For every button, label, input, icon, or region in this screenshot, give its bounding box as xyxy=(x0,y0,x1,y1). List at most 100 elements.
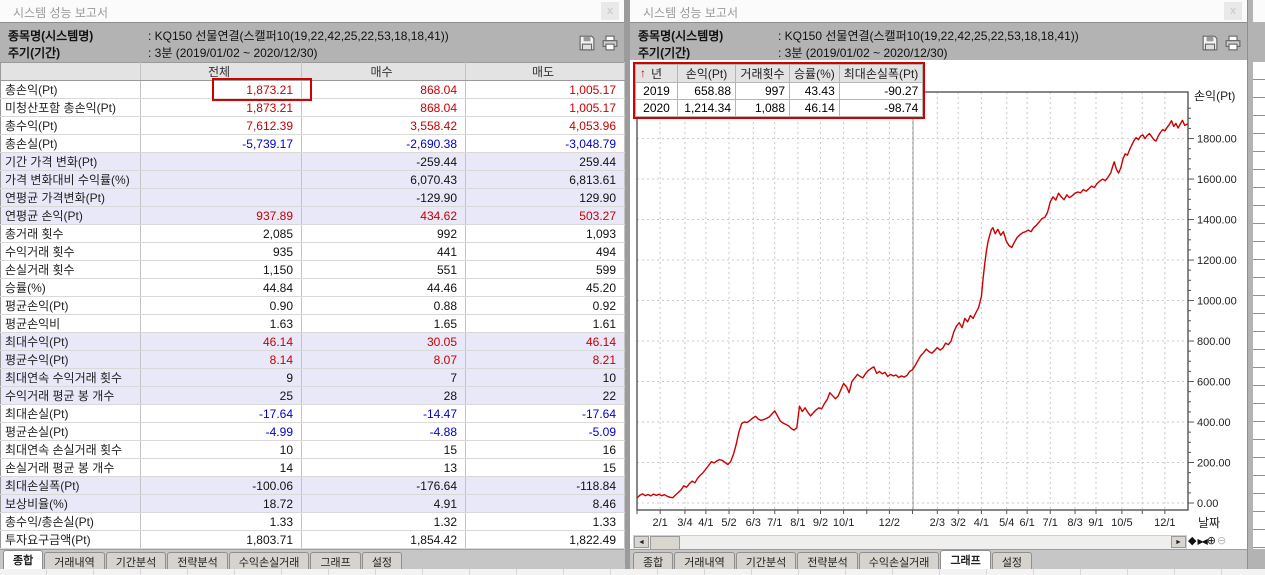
tab-종합[interactable]: 종합 xyxy=(3,550,43,569)
print-icon[interactable] xyxy=(1225,35,1241,51)
metric-value: 599 xyxy=(466,261,625,279)
metric-value: 1,803.71 xyxy=(141,531,302,549)
metric-value: 551 xyxy=(302,261,466,279)
metric-label: 기간 가격 변화(Pt) xyxy=(1,153,141,171)
svg-text:600.00: 600.00 xyxy=(1197,377,1231,389)
svg-text:10/5: 10/5 xyxy=(1111,517,1132,529)
metric-value: 7 xyxy=(302,369,466,387)
background-axis-ticks xyxy=(1253,62,1265,549)
metric-value: -4.99 xyxy=(141,423,302,441)
metric-label: 총손실(Pt) xyxy=(1,135,141,153)
pan-compress-icon[interactable]: ▶◀ xyxy=(1197,534,1205,549)
table-row: 수익거래 평균 봉 개수252822 xyxy=(1,387,625,405)
svg-text:8/1: 8/1 xyxy=(790,517,805,529)
metric-label: 총수익/총손실(Pt) xyxy=(1,513,141,531)
tab-그래프[interactable]: 그래프 xyxy=(940,550,990,569)
table-row: 평균손익(Pt)0.900.880.92 xyxy=(1,297,625,315)
year-cell: 1,088 xyxy=(736,100,790,117)
metric-value: 1,093 xyxy=(466,225,625,243)
scroll-left-button[interactable]: ◄ xyxy=(634,536,649,548)
year-cell: 2019 xyxy=(636,83,678,100)
table-row: 총손실(Pt)-5,739.17-2,690.38-3,048.79 xyxy=(1,135,625,153)
metric-label: 최대손실(Pt) xyxy=(1,405,141,423)
year-column-header[interactable]: 최대손실폭(Pt) xyxy=(839,65,923,83)
zoom-out-icon[interactable]: ⊖ xyxy=(1217,534,1226,549)
close-icon[interactable]: x xyxy=(1224,2,1242,20)
svg-text:1000.00: 1000.00 xyxy=(1197,296,1237,308)
tab-설정[interactable]: 설정 xyxy=(362,552,402,569)
save-icon[interactable] xyxy=(579,35,595,51)
metric-value: 4.91 xyxy=(302,495,466,513)
metric-value xyxy=(141,153,302,171)
period-field: 주기(기간): 3분 (2019/01/02 ~ 2020/12/30) xyxy=(638,44,1187,60)
table-row: 최대연속 손실거래 횟수101516 xyxy=(1,441,625,459)
tab-종합[interactable]: 종합 xyxy=(633,552,673,569)
table-row: 최대연속 수익거래 횟수9710 xyxy=(1,369,625,387)
year-column-header[interactable]: ↑년 xyxy=(636,65,678,83)
scroll-right-button[interactable]: ► xyxy=(1171,536,1186,548)
metric-value: 494 xyxy=(466,243,625,261)
metric-value: 8.21 xyxy=(466,351,625,369)
tab-전략분석[interactable]: 전략분석 xyxy=(797,552,857,569)
report-header: 종목명(시스템명): KQ150 선물연결(스캘퍼10(19,22,42,25,… xyxy=(630,22,1247,63)
year-cell: -90.27 xyxy=(839,83,923,100)
metric-value: 1,873.21 xyxy=(141,81,302,99)
tab-거래내역[interactable]: 거래내역 xyxy=(44,552,104,569)
tab-설정[interactable]: 설정 xyxy=(992,552,1032,569)
svg-text:4/1: 4/1 xyxy=(974,517,989,529)
table-row: 평균수익(Pt)8.148.078.21 xyxy=(1,351,625,369)
tab-bar: 종합거래내역기간분석전략분석수익손실거래그래프설정 xyxy=(0,549,624,570)
metric-value: 10 xyxy=(141,441,302,459)
scrollbar-thumb[interactable] xyxy=(650,536,680,550)
table-row: 보상비율(%)18.724.918.46 xyxy=(1,495,625,513)
metric-value: 1,005.17 xyxy=(466,81,625,99)
metric-value: 9 xyxy=(141,369,302,387)
year-row: 2019658.8899743.43-90.27 xyxy=(636,83,923,100)
table-row: 수익거래 횟수935441494 xyxy=(1,243,625,261)
year-row: 20201,214.341,08846.14-98.74 xyxy=(636,100,923,117)
svg-text:손익(Pt): 손익(Pt) xyxy=(1194,89,1235,103)
tab-전략분석[interactable]: 전략분석 xyxy=(167,552,227,569)
metric-value: 46.14 xyxy=(466,333,625,351)
yearly-summary-table: ↑년손익(Pt)거래횟수승률(%)최대손실폭(Pt)2019658.889974… xyxy=(633,62,925,119)
column-header: 전체 xyxy=(141,63,302,81)
svg-text:10/1: 10/1 xyxy=(833,517,854,529)
chart-area: 0.00200.00400.00600.00800.001000.001200.… xyxy=(630,60,1247,549)
table-row: 승률(%)44.8444.4645.20 xyxy=(1,279,625,297)
svg-text:5/2: 5/2 xyxy=(721,517,736,529)
tab-기간분석[interactable]: 기간분석 xyxy=(106,552,166,569)
table-row: 손실거래 평균 봉 개수141315 xyxy=(1,459,625,477)
print-icon[interactable] xyxy=(602,35,618,51)
tab-수익손실거래[interactable]: 수익손실거래 xyxy=(229,552,310,569)
save-icon[interactable] xyxy=(1202,35,1218,51)
close-icon[interactable]: x xyxy=(601,2,619,20)
metric-value: 7,612.39 xyxy=(141,117,302,135)
metric-value: 1.61 xyxy=(466,315,625,333)
metric-value: 46.14 xyxy=(141,333,302,351)
zoom-in-icon[interactable]: ⊕ xyxy=(1207,534,1216,549)
tab-거래내역[interactable]: 거래내역 xyxy=(674,552,734,569)
year-column-header[interactable]: 손익(Pt) xyxy=(678,65,736,83)
pan-expand-icon[interactable]: ◆ xyxy=(1188,534,1196,549)
background-window-strip xyxy=(1247,0,1265,569)
metric-value: 992 xyxy=(302,225,466,243)
metric-value: 935 xyxy=(141,243,302,261)
table-row: 총수익/총손실(Pt)1.331.321.33 xyxy=(1,513,625,531)
chart-nav-controls: ◆▶◀⊕⊖ xyxy=(1188,534,1246,550)
sort-asc-icon[interactable]: ↑ xyxy=(640,66,646,80)
metric-value: -129.90 xyxy=(302,189,466,207)
metric-value: 1,005.17 xyxy=(466,99,625,117)
tab-수익손실거래[interactable]: 수익손실거래 xyxy=(859,552,940,569)
report-window-graph: 시스템 성능 보고서 x 종목명(시스템명): KQ150 선물연결(스캘퍼10… xyxy=(630,0,1247,569)
year-cell: 658.88 xyxy=(678,83,736,100)
metric-label: 보상비율(%) xyxy=(1,495,141,513)
year-column-header[interactable]: 승률(%) xyxy=(790,65,840,83)
svg-text:7/1: 7/1 xyxy=(1043,517,1058,529)
tab-그래프[interactable]: 그래프 xyxy=(310,552,360,569)
table-row: 평균손익비1.631.651.61 xyxy=(1,315,625,333)
metric-value: 1.33 xyxy=(466,513,625,531)
year-column-header[interactable]: 거래횟수 xyxy=(736,65,790,83)
table-row: 연평균 손익(Pt)937.89434.62503.27 xyxy=(1,207,625,225)
background-window-titlebar xyxy=(1253,0,1265,22)
tab-기간분석[interactable]: 기간분석 xyxy=(736,552,796,569)
